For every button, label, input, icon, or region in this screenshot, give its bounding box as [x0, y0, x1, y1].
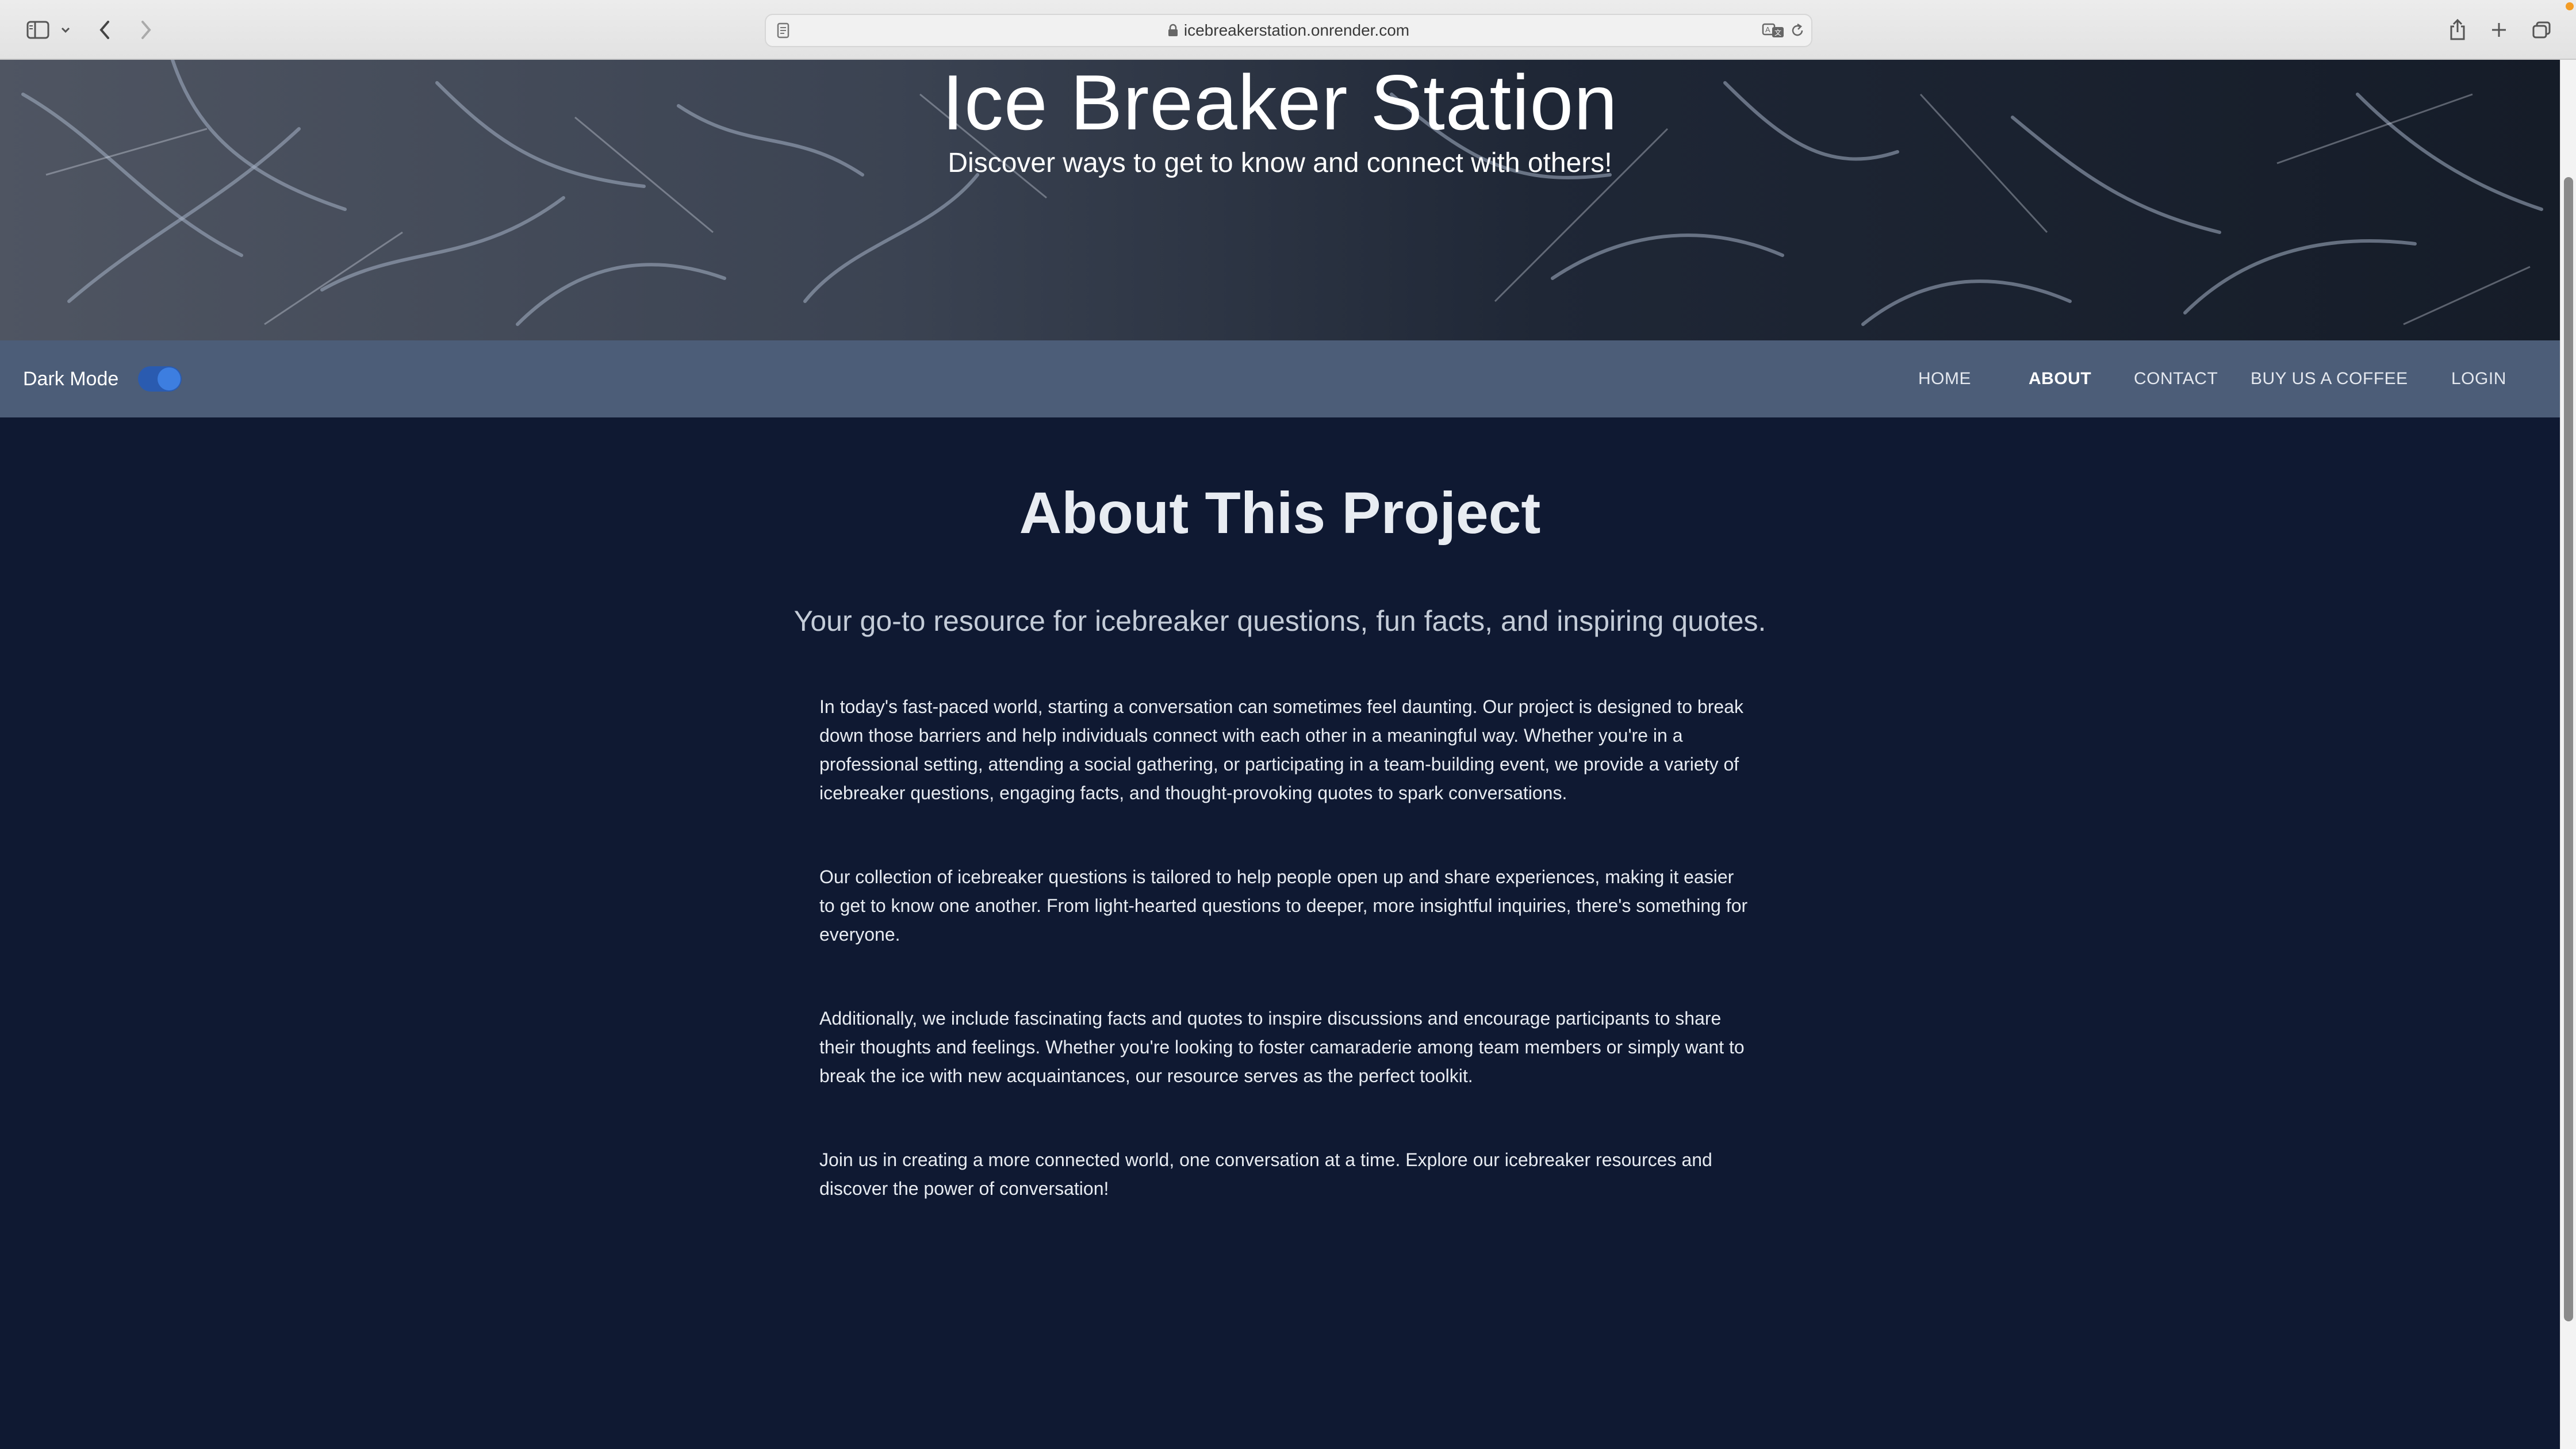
toggle-knob — [158, 367, 181, 390]
site-title: Ice Breaker Station — [942, 60, 1618, 146]
about-paragraph: Additionally, we include fascinating fac… — [819, 1008, 1745, 1086]
svg-text:A: A — [1765, 25, 1770, 34]
chevron-down-icon[interactable] — [57, 15, 74, 45]
hero-banner: Ice Breaker Station Discover ways to get… — [0, 60, 2560, 340]
url-display: icebreakerstation.onrender.com — [766, 15, 1811, 46]
about-paragraph: In today's fast-paced world, starting a … — [819, 696, 1743, 803]
address-bar[interactable]: icebreakerstation.onrender.com A文 — [765, 14, 1812, 47]
svg-text:文: 文 — [1774, 28, 1781, 37]
site-tagline: Discover ways to get to know and connect… — [948, 148, 1612, 178]
about-paragraph: Join us in creating a more connected wor… — [819, 1149, 1712, 1199]
lock-icon — [1168, 24, 1178, 37]
dark-mode-toggle[interactable] — [138, 366, 182, 392]
page-lead: Your go-to resource for icebreaker quest… — [793, 605, 1766, 637]
nav-contact[interactable]: CONTACT — [2134, 340, 2218, 417]
translate-icon[interactable]: A文 — [1761, 16, 1786, 45]
share-icon[interactable] — [2446, 15, 2469, 45]
sidebar-icon[interactable] — [23, 15, 53, 45]
forward-icon[interactable] — [135, 15, 158, 45]
nav-login[interactable]: LOGIN — [2451, 340, 2506, 417]
reload-icon[interactable] — [1787, 16, 1808, 45]
about-section: About This Project Your go-to resource f… — [0, 417, 2560, 1449]
scrollbar-thumb[interactable] — [2564, 177, 2573, 1321]
navbar: Dark Mode HOME ABOUT CONTACT BUY US A CO… — [0, 340, 2560, 417]
nav-about[interactable]: ABOUT — [2029, 340, 2091, 417]
nav-buy-us-a-coffee[interactable]: BUY US A COFFEE — [2251, 340, 2408, 417]
browser-toolbar: icebreakerstation.onrender.com A文 — [0, 0, 2576, 60]
page-title: About This Project — [1019, 480, 1541, 546]
scrollbar[interactable] — [2560, 60, 2576, 1449]
about-paragraph: Our collection of icebreaker questions i… — [819, 867, 1748, 945]
new-tab-icon[interactable] — [2487, 15, 2510, 45]
url-text: icebreakerstation.onrender.com — [1183, 21, 1410, 39]
back-icon[interactable] — [93, 15, 116, 45]
dark-mode-label: Dark Mode — [23, 367, 119, 390]
notification-dot — [2566, 2, 2574, 10]
tabs-overview-icon[interactable] — [2530, 15, 2553, 45]
nav-home[interactable]: HOME — [1918, 340, 1971, 417]
